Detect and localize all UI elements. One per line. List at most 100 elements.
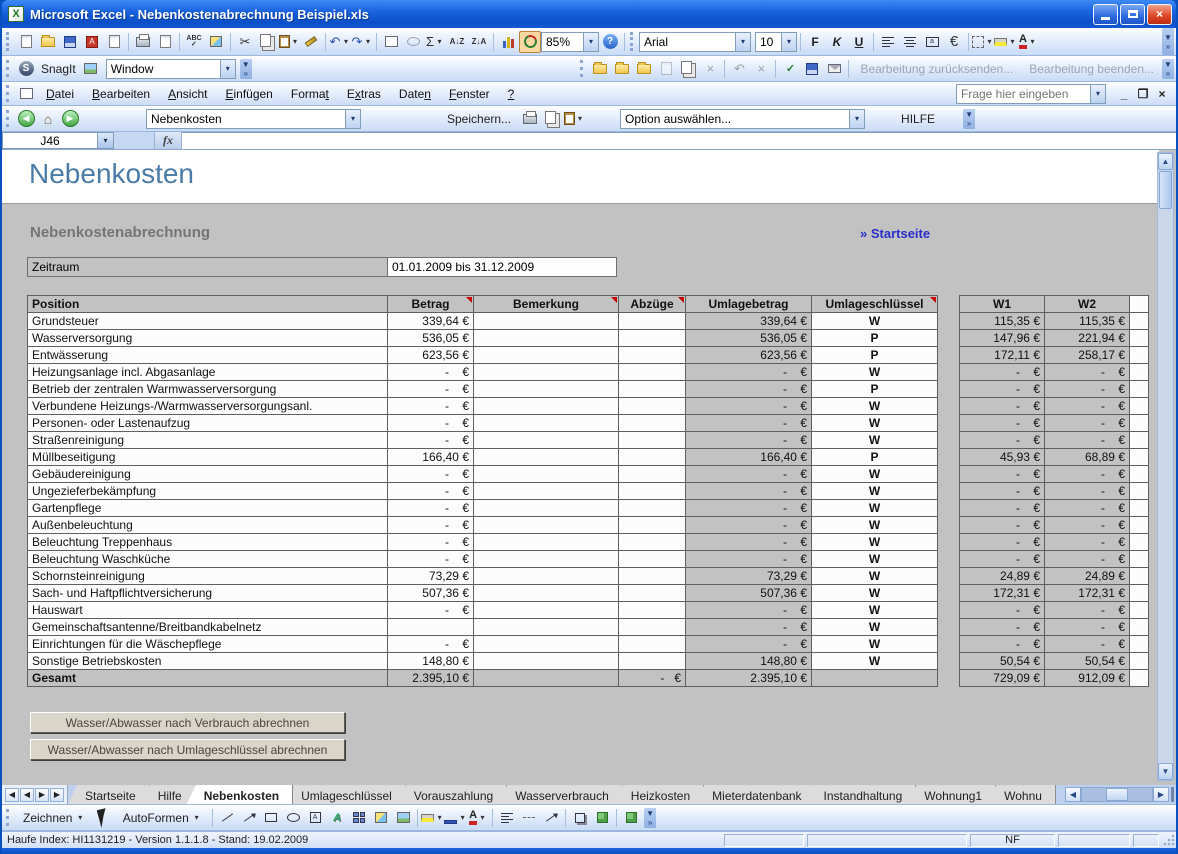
total-w2-cell[interactable]: 912,09 € [1044, 669, 1130, 687]
data-cell[interactable]: - € [685, 397, 812, 415]
cut-icon[interactable]: ✂ [234, 31, 256, 53]
sheet-navigator-select[interactable]: Nebenkosten▾ [146, 109, 361, 129]
data-cell[interactable]: 73,29 € [387, 567, 474, 585]
data-w2-cell[interactable]: - € [1044, 516, 1130, 534]
data-cell[interactable]: 507,36 € [387, 584, 474, 602]
save-icon[interactable] [59, 31, 81, 53]
data-w2-cell[interactable]: - € [1044, 635, 1130, 653]
data-cell[interactable] [618, 584, 686, 602]
font-size-select[interactable]: 10▾ [755, 32, 797, 52]
data-cell[interactable]: - € [387, 533, 474, 551]
zeitraum-label[interactable]: Zeitraum [27, 257, 388, 277]
data-cell[interactable]: Beleuchtung Waschküche [27, 550, 388, 568]
scroll-down-icon[interactable]: ▼ [1158, 763, 1173, 780]
column-header[interactable]: Bemerkung [473, 295, 619, 313]
data-cell[interactable]: W [811, 363, 938, 381]
data-cell[interactable]: Ungezieferbekämpfung [27, 482, 388, 500]
autoformen-menu[interactable]: AutoFormen ▾ [115, 808, 209, 828]
data-cell[interactable]: W [811, 397, 938, 415]
sheet-tab-startseite[interactable]: Startseite [68, 785, 150, 804]
data-cell[interactable]: Wasserversorgung [27, 329, 388, 347]
data-cell[interactable] [473, 346, 619, 364]
data-w1-cell[interactable]: - € [959, 533, 1045, 551]
data-cell[interactable]: W [811, 431, 938, 449]
data-cell[interactable]: - € [387, 397, 474, 415]
toolbar-grip[interactable] [6, 60, 11, 78]
data-cell[interactable]: Heizungsanlage incl. Abgasanlage [27, 363, 388, 381]
textbox-icon[interactable]: A [304, 807, 326, 829]
data-w2-cell[interactable]: - € [1044, 482, 1130, 500]
data-cell[interactable] [1129, 414, 1149, 432]
total-cell[interactable]: 2.395,10 € [387, 669, 474, 687]
data-cell[interactable] [618, 482, 686, 500]
menu-bearbeiten[interactable]: Bearbeiten [83, 85, 159, 103]
insert-function-icon[interactable]: fx [154, 132, 182, 149]
menu-?[interactable]: ? [499, 85, 524, 103]
data-cell[interactable]: - € [685, 516, 812, 534]
rectangle-icon[interactable] [260, 807, 282, 829]
formula-input[interactable] [182, 132, 1176, 149]
data-cell[interactable]: Personen- oder Lastenaufzug [27, 414, 388, 432]
column-header[interactable]: W1 [959, 295, 1045, 313]
threed-style-icon[interactable] [591, 807, 613, 829]
toolbar-grip[interactable] [6, 110, 11, 128]
autosum-icon[interactable]: Σ▾ [424, 31, 446, 53]
total-cell[interactable] [1129, 669, 1149, 687]
total-cell[interactable]: 2.395,10 € [685, 669, 812, 687]
data-w1-cell[interactable]: - € [959, 601, 1045, 619]
data-cell[interactable]: W [811, 652, 938, 670]
hilfe-button[interactable]: HILFE [879, 109, 957, 129]
fill-color-icon[interactable]: ▾ [421, 807, 444, 829]
snagit-logo-icon[interactable]: S [15, 58, 37, 80]
zeitraum-value[interactable]: 01.01.2009 bis 31.12.2009 [387, 257, 617, 277]
line-icon[interactable] [216, 807, 238, 829]
data-cell[interactable]: - € [387, 465, 474, 483]
question-input[interactable]: ▾ [956, 84, 1106, 104]
data-w1-cell[interactable]: 45,93 € [959, 448, 1045, 466]
print-icon[interactable] [132, 31, 154, 53]
underline-icon[interactable]: U [848, 31, 870, 53]
data-cell[interactable]: Außenbeleuchtung [27, 516, 388, 534]
borders-icon[interactable]: ▾ [972, 31, 994, 53]
tab-split-handle[interactable] [1171, 787, 1174, 802]
previous-sheet-icon[interactable]: ◀ [20, 788, 34, 802]
sheet-tab-wohnung1[interactable]: Wohnung1 [907, 785, 996, 804]
data-cell[interactable] [618, 380, 686, 398]
shadow-style-icon[interactable] [569, 807, 591, 829]
data-cell[interactable] [1129, 499, 1149, 517]
data-cell[interactable]: Hauswart [27, 601, 388, 619]
data-w2-cell[interactable]: 258,17 € [1044, 346, 1130, 364]
data-w2-cell[interactable]: - € [1044, 533, 1130, 551]
data-cell[interactable]: Gartenpflege [27, 499, 388, 517]
data-cell[interactable] [1129, 550, 1149, 568]
sort-ascending-icon[interactable]: A↓Z [446, 31, 468, 53]
data-cell[interactable]: - € [685, 533, 812, 551]
copy-icon[interactable] [541, 108, 563, 130]
menu-fenster[interactable]: Fenster [440, 85, 499, 103]
data-cell[interactable]: - € [685, 363, 812, 381]
data-cell[interactable] [473, 329, 619, 347]
data-w2-cell[interactable]: 50,54 € [1044, 652, 1130, 670]
data-cell[interactable]: - € [685, 465, 812, 483]
data-cell[interactable]: Verbundene Heizungs-/Warmwasserversorgun… [27, 397, 388, 415]
folder-up-icon[interactable] [611, 58, 633, 80]
data-cell[interactable] [1129, 380, 1149, 398]
green-cube-icon[interactable] [620, 807, 642, 829]
data-cell[interactable]: - € [685, 618, 812, 636]
data-cell[interactable] [618, 397, 686, 415]
data-cell[interactable]: 148,80 € [685, 652, 812, 670]
data-cell[interactable]: Beleuchtung Treppenhaus [27, 533, 388, 551]
data-cell[interactable]: W [811, 516, 938, 534]
align-center-icon[interactable] [899, 31, 921, 53]
data-cell[interactable]: - € [387, 363, 474, 381]
open-shared-icon[interactable] [589, 58, 611, 80]
undo-icon[interactable]: ↶▾ [329, 31, 351, 53]
data-cell[interactable] [618, 499, 686, 517]
column-header[interactable]: W2 [1044, 295, 1130, 313]
next-sheet-icon[interactable]: ▶ [35, 788, 49, 802]
mail-icon[interactable] [823, 58, 845, 80]
sheet-tab-hilfe[interactable]: Hilfe [141, 785, 196, 804]
data-cell[interactable]: Sach- und Haftpflichtversicherung [27, 584, 388, 602]
bold-icon[interactable]: F [804, 31, 826, 53]
sheet-tab-instandhaltung[interactable]: Instandhaltung [807, 785, 917, 804]
